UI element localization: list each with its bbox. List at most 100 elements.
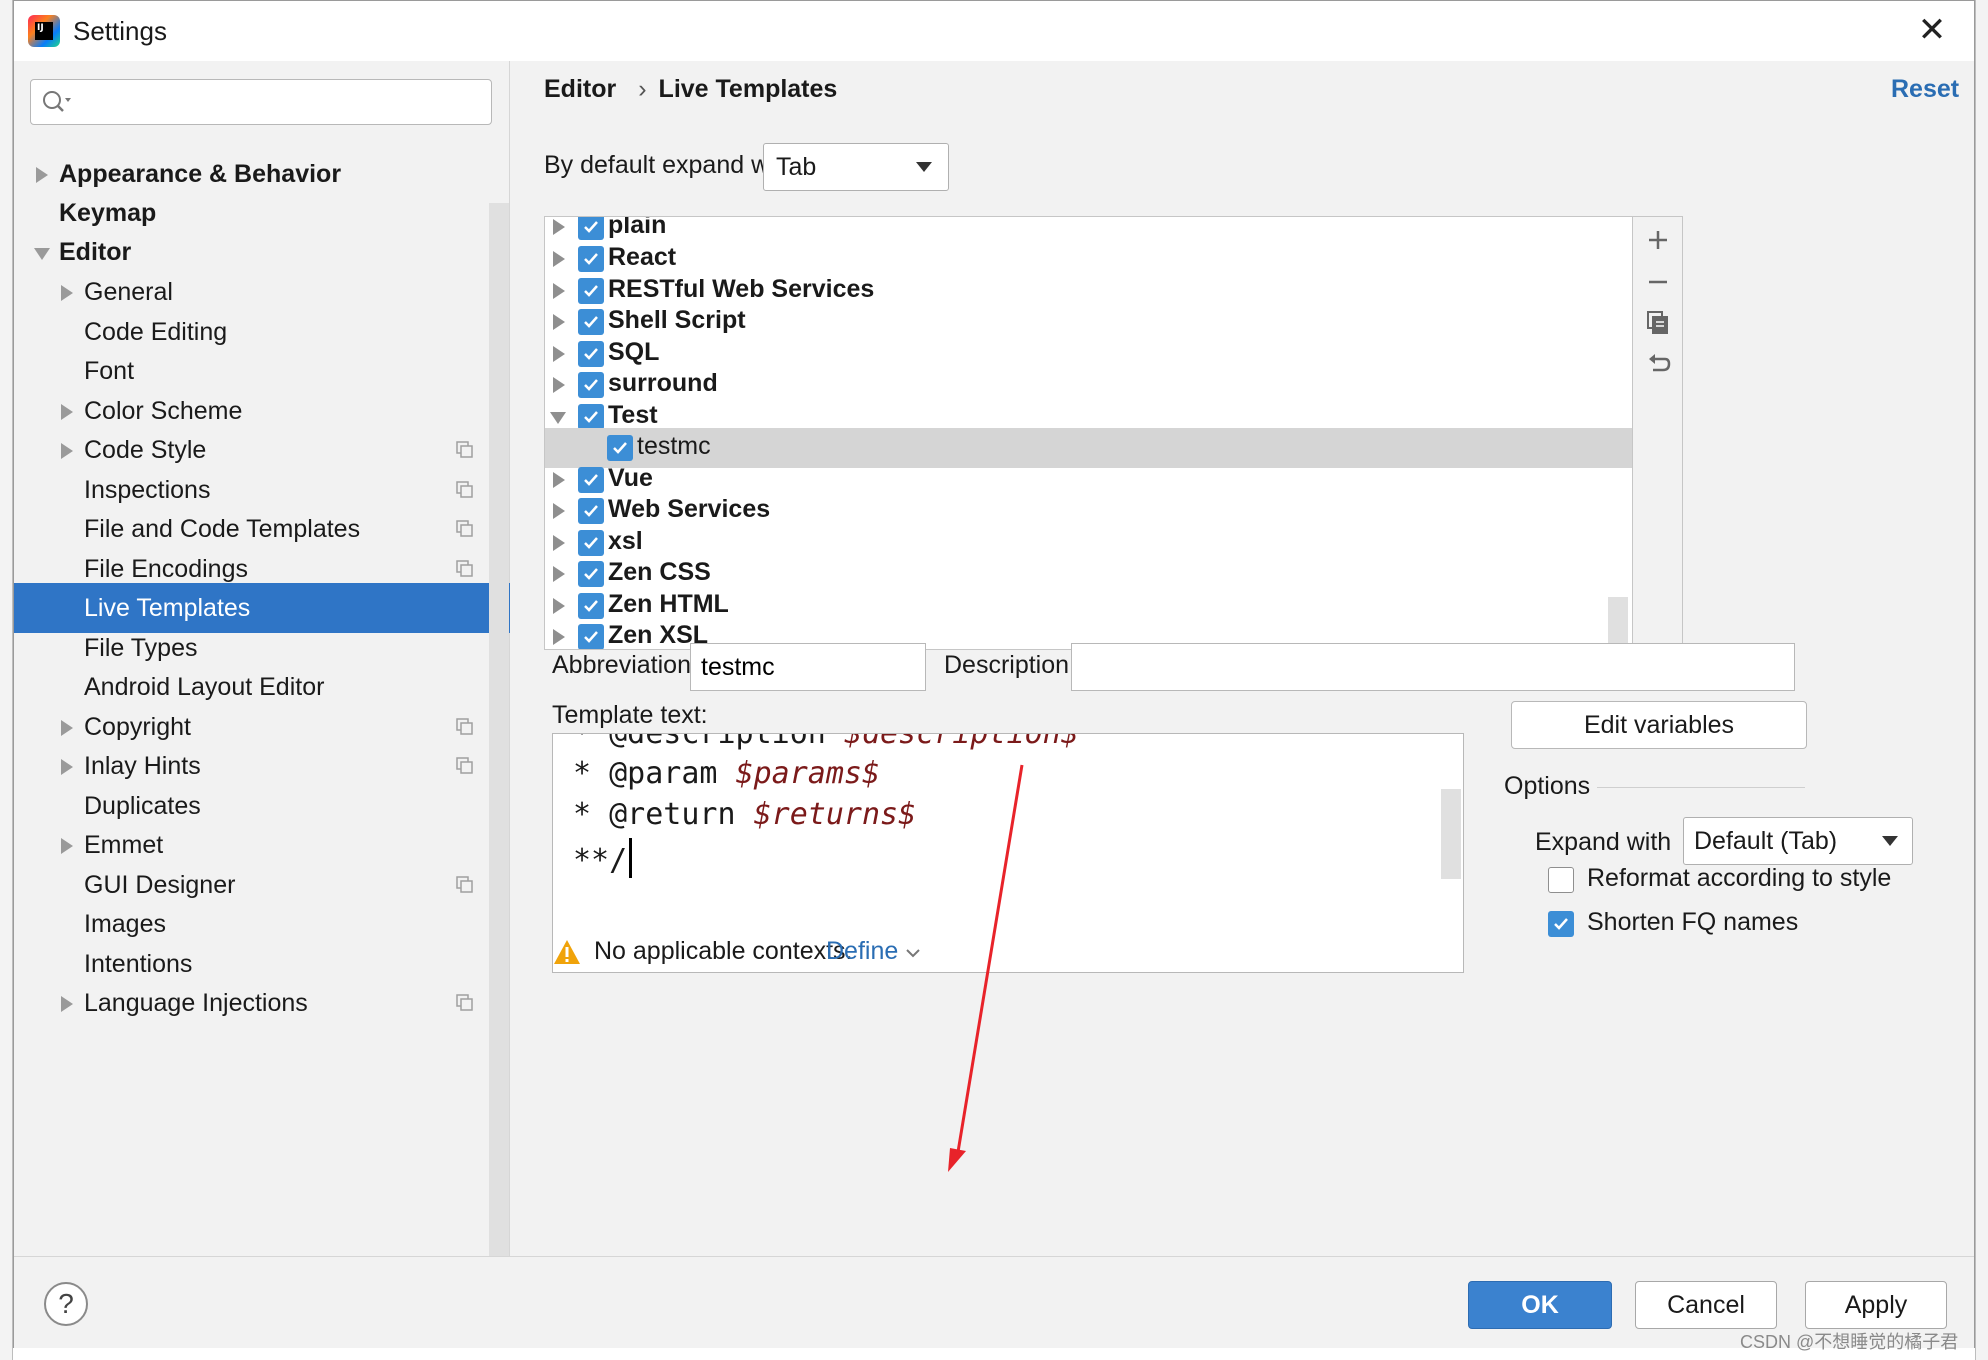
code-line: * @return $returns$ xyxy=(573,797,916,832)
options-title: Options xyxy=(1504,772,1591,800)
checkbox-checked[interactable] xyxy=(578,217,604,240)
search-icon xyxy=(43,91,71,112)
edit-variables-button[interactable]: Edit variables xyxy=(1511,701,1807,749)
template-variable: $returns$ xyxy=(753,797,917,832)
code-line: * @param $params$ xyxy=(573,756,880,791)
reformat-label[interactable]: Reformat according to style xyxy=(1587,864,1891,893)
expand-with-value: Default (Tab) xyxy=(1694,827,1838,855)
copy-icon[interactable] xyxy=(1645,309,1671,335)
shorten-fq-checkbox[interactable] xyxy=(1548,911,1574,937)
expand-arrow-icon[interactable] xyxy=(61,285,73,301)
ok-button[interactable]: OK xyxy=(1468,1281,1612,1329)
checkbox-checked[interactable] xyxy=(607,435,633,461)
checkbox-checked[interactable] xyxy=(578,246,604,272)
checkbox-checked[interactable] xyxy=(578,278,604,304)
code-text: * @return xyxy=(573,797,754,832)
checkbox-checked[interactable] xyxy=(578,309,604,335)
list-item-label: Web Services xyxy=(608,495,771,523)
checkbox-checked[interactable] xyxy=(578,593,604,619)
expand-arrow-icon[interactable] xyxy=(61,838,73,854)
live-templates-panel: Editor › Live Templates Reset By default e… xyxy=(511,61,1974,1256)
sidebar-item-language-injections[interactable]: Language Injections xyxy=(14,978,510,1028)
checkbox-checked[interactable] xyxy=(578,372,604,398)
cancel-button[interactable]: Cancel xyxy=(1635,1281,1777,1329)
list-item-label: plain xyxy=(608,216,667,239)
expand-arrow-icon[interactable] xyxy=(553,629,565,645)
close-icon[interactable]: ✕ xyxy=(1914,13,1950,49)
expand-arrow-icon[interactable] xyxy=(61,996,73,1012)
project-scope-icon xyxy=(456,994,473,1011)
expand-arrow-icon[interactable] xyxy=(553,219,565,235)
chevron-down-icon xyxy=(916,162,932,172)
help-button[interactable]: ? xyxy=(44,1282,88,1326)
list-item-label: Shell Script xyxy=(608,306,746,334)
expand-arrow-icon[interactable] xyxy=(61,720,73,736)
expand-arrow-icon[interactable] xyxy=(553,377,565,393)
sidebar-item-label: Language Injections xyxy=(84,989,308,1017)
apply-button[interactable]: Apply xyxy=(1805,1281,1947,1329)
warning-icon xyxy=(554,940,580,964)
project-scope-icon xyxy=(456,876,473,893)
expand-arrow-icon[interactable] xyxy=(553,283,565,299)
expand-arrow-icon[interactable] xyxy=(553,598,565,614)
checkbox-checked[interactable] xyxy=(578,530,604,556)
expand-arrow-icon[interactable] xyxy=(61,404,73,420)
expand-arrow-icon[interactable] xyxy=(553,314,565,330)
shorten-fq-label[interactable]: Shorten FQ names xyxy=(1587,908,1798,937)
default-expand-label: By default expand with xyxy=(544,151,796,179)
code-line: **/ xyxy=(573,838,633,878)
expand-arrow-icon[interactable] xyxy=(61,759,73,775)
breadcrumb-separator: › xyxy=(638,75,647,103)
checkbox-checked[interactable] xyxy=(578,561,604,587)
breadcrumb-parent: Editor xyxy=(544,75,617,103)
code-line: * @description $description$ xyxy=(573,733,1079,751)
remove-icon[interactable] xyxy=(1645,269,1671,295)
expand-arrow-icon[interactable] xyxy=(553,566,565,582)
expand-with-select[interactable]: Default (Tab) xyxy=(1683,817,1913,865)
checkbox-checked[interactable] xyxy=(578,467,604,493)
checkbox-checked[interactable] xyxy=(578,498,604,524)
checkbox-checked[interactable] xyxy=(578,624,604,649)
expand-arrow-icon[interactable] xyxy=(553,535,565,551)
abbreviation-input[interactable] xyxy=(690,643,926,691)
default-expand-select[interactable]: Tab xyxy=(763,143,949,191)
list-item-label: testmc xyxy=(637,432,711,460)
collapse-arrow-icon[interactable] xyxy=(34,248,50,260)
reset-link[interactable]: Reset xyxy=(1891,75,1959,104)
project-scope-icon xyxy=(456,520,473,537)
background-app-strip-right xyxy=(1975,0,1988,1360)
expand-arrow-icon[interactable] xyxy=(553,251,565,267)
expand-arrow-icon[interactable] xyxy=(61,443,73,459)
code-text: * @description xyxy=(573,733,844,751)
template-groups-list: plain React RESTful Web Services Shell S… xyxy=(544,216,1633,650)
list-toolbar xyxy=(1633,216,1683,650)
intellij-logo-icon: IJ xyxy=(28,15,60,47)
editor-scrollbar[interactable] xyxy=(1441,789,1461,879)
project-scope-icon xyxy=(456,441,473,458)
description-input[interactable] xyxy=(1071,643,1795,691)
restore-icon[interactable] xyxy=(1645,351,1671,377)
define-context-link[interactable]: Define xyxy=(826,937,921,966)
search-input[interactable] xyxy=(77,86,481,118)
template-variable: $description$ xyxy=(843,733,1079,751)
reformat-checkbox[interactable] xyxy=(1548,867,1574,893)
template-text-label: Template text: xyxy=(552,701,708,729)
list-item-label: Vue xyxy=(608,464,653,492)
abbreviation-label: Abbreviation: xyxy=(552,651,698,679)
add-icon[interactable] xyxy=(1645,227,1671,253)
checkbox-checked[interactable] xyxy=(578,341,604,367)
expand-arrow-icon[interactable] xyxy=(553,472,565,488)
list-item-label: Zen HTML xyxy=(608,590,729,618)
code-text: * @param xyxy=(573,756,736,791)
title-bar: IJ Settings ✕ xyxy=(14,1,1974,61)
expand-arrow-icon[interactable] xyxy=(553,503,565,519)
sidebar-scrollbar[interactable] xyxy=(489,203,509,1313)
search-box[interactable] xyxy=(30,79,492,125)
template-variable: $params$ xyxy=(735,756,881,791)
expand-arrow-icon[interactable] xyxy=(553,346,565,362)
checkbox-checked[interactable] xyxy=(578,404,604,430)
expand-arrow-icon[interactable] xyxy=(36,167,48,183)
list-item-label: surround xyxy=(608,369,718,397)
collapse-arrow-icon[interactable] xyxy=(550,412,566,424)
background-app-strip-left xyxy=(0,0,13,1360)
